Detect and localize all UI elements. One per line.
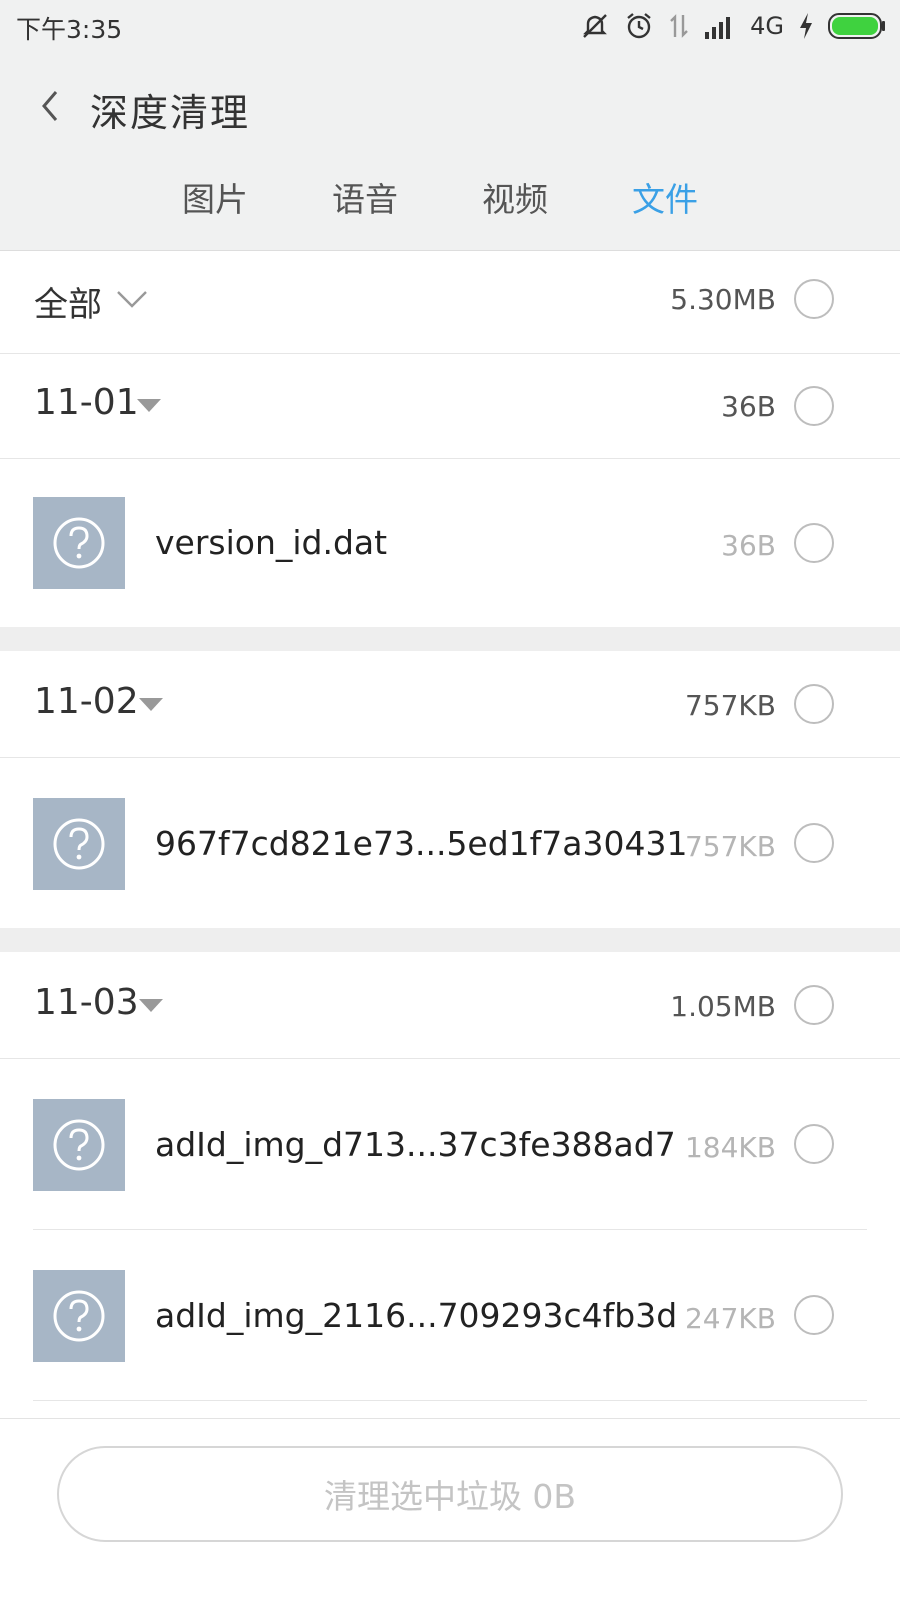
group-row[interactable]: 11-02 757KB — [0, 651, 900, 757]
file-name: version_id.dat — [155, 523, 388, 562]
tab-bar: 图片 语音 视频 文件 — [140, 170, 740, 230]
group-size: 1.05MB — [670, 990, 776, 1023]
file-name: adId_img_2116...709293c4fb3d — [155, 1296, 678, 1335]
group-row[interactable]: 11-01 36B — [0, 354, 900, 458]
triangle-down-icon[interactable] — [138, 998, 164, 1014]
file-radio[interactable] — [794, 523, 834, 563]
status-bar: 下午3:35 4G — [0, 0, 900, 52]
file-radio[interactable] — [794, 1124, 834, 1164]
file-row[interactable]: version_id.dat 36B — [0, 459, 900, 627]
status-icons: 4G — [580, 6, 886, 46]
file-size: 36B — [721, 529, 776, 562]
file-row[interactable]: 967f7cd821e73...5ed1f7a30431 757KB — [0, 758, 900, 928]
tab-images[interactable]: 图片 — [140, 170, 290, 230]
file-name: 967f7cd821e73...5ed1f7a30431 — [155, 824, 688, 863]
group-gap — [0, 928, 900, 952]
group-size: 36B — [721, 390, 776, 423]
unknown-file-icon — [33, 1099, 125, 1191]
file-radio[interactable] — [794, 1295, 834, 1335]
group-size: 757KB — [684, 689, 776, 722]
group-date: 11-02 — [34, 681, 139, 722]
unknown-file-icon — [33, 497, 125, 589]
file-row[interactable]: adId_img_d713...37c3fe388ad7 184KB — [0, 1059, 900, 1229]
unknown-file-icon — [33, 798, 125, 890]
group-date: 11-01 — [34, 382, 139, 423]
charging-icon — [800, 13, 812, 39]
all-size: 5.30MB — [670, 283, 776, 316]
chevron-down-icon[interactable] — [116, 289, 148, 309]
file-size: 757KB — [684, 830, 776, 863]
unknown-file-icon — [33, 1270, 125, 1362]
file-row[interactable]: adId_img_2116...709293c4fb3d 247KB — [0, 1230, 900, 1400]
signal-icon — [705, 17, 731, 39]
back-chevron-icon[interactable] — [32, 84, 72, 128]
clean-selected-button[interactable]: 清理选中垃圾 0B — [57, 1446, 843, 1542]
network-type: 4G — [750, 12, 784, 40]
group-radio[interactable] — [794, 386, 834, 426]
triangle-down-icon[interactable] — [138, 697, 164, 713]
bottom-bar: 清理选中垃圾 0B — [0, 1418, 900, 1601]
file-size: 247KB — [684, 1302, 776, 1335]
group-row[interactable]: 11-03 1.05MB — [0, 952, 900, 1058]
header: 深度清理 图片 语音 视频 文件 — [0, 52, 900, 251]
tab-voice[interactable]: 语音 — [290, 170, 440, 230]
mute-icon — [583, 14, 608, 38]
all-label: 全部 — [34, 285, 102, 325]
status-time: 下午3:35 — [16, 15, 123, 44]
group-date: 11-03 — [34, 982, 139, 1023]
battery-icon — [828, 13, 885, 39]
group-radio[interactable] — [794, 985, 834, 1025]
tab-files[interactable]: 文件 — [590, 170, 740, 230]
page-title: 深度清理 — [90, 91, 251, 135]
group-radio[interactable] — [794, 684, 834, 724]
file-name: adId_img_d713...37c3fe388ad7 — [155, 1125, 676, 1164]
group-gap — [0, 627, 900, 651]
all-row[interactable]: 全部 5.30MB — [0, 251, 900, 353]
select-all-radio[interactable] — [794, 279, 834, 319]
triangle-down-icon[interactable] — [136, 398, 162, 414]
file-size: 184KB — [684, 1131, 776, 1164]
alarm-icon — [627, 13, 651, 39]
tab-video[interactable]: 视频 — [440, 170, 590, 230]
divider — [33, 1400, 867, 1401]
file-radio[interactable] — [794, 823, 834, 863]
data-icon — [670, 14, 688, 38]
